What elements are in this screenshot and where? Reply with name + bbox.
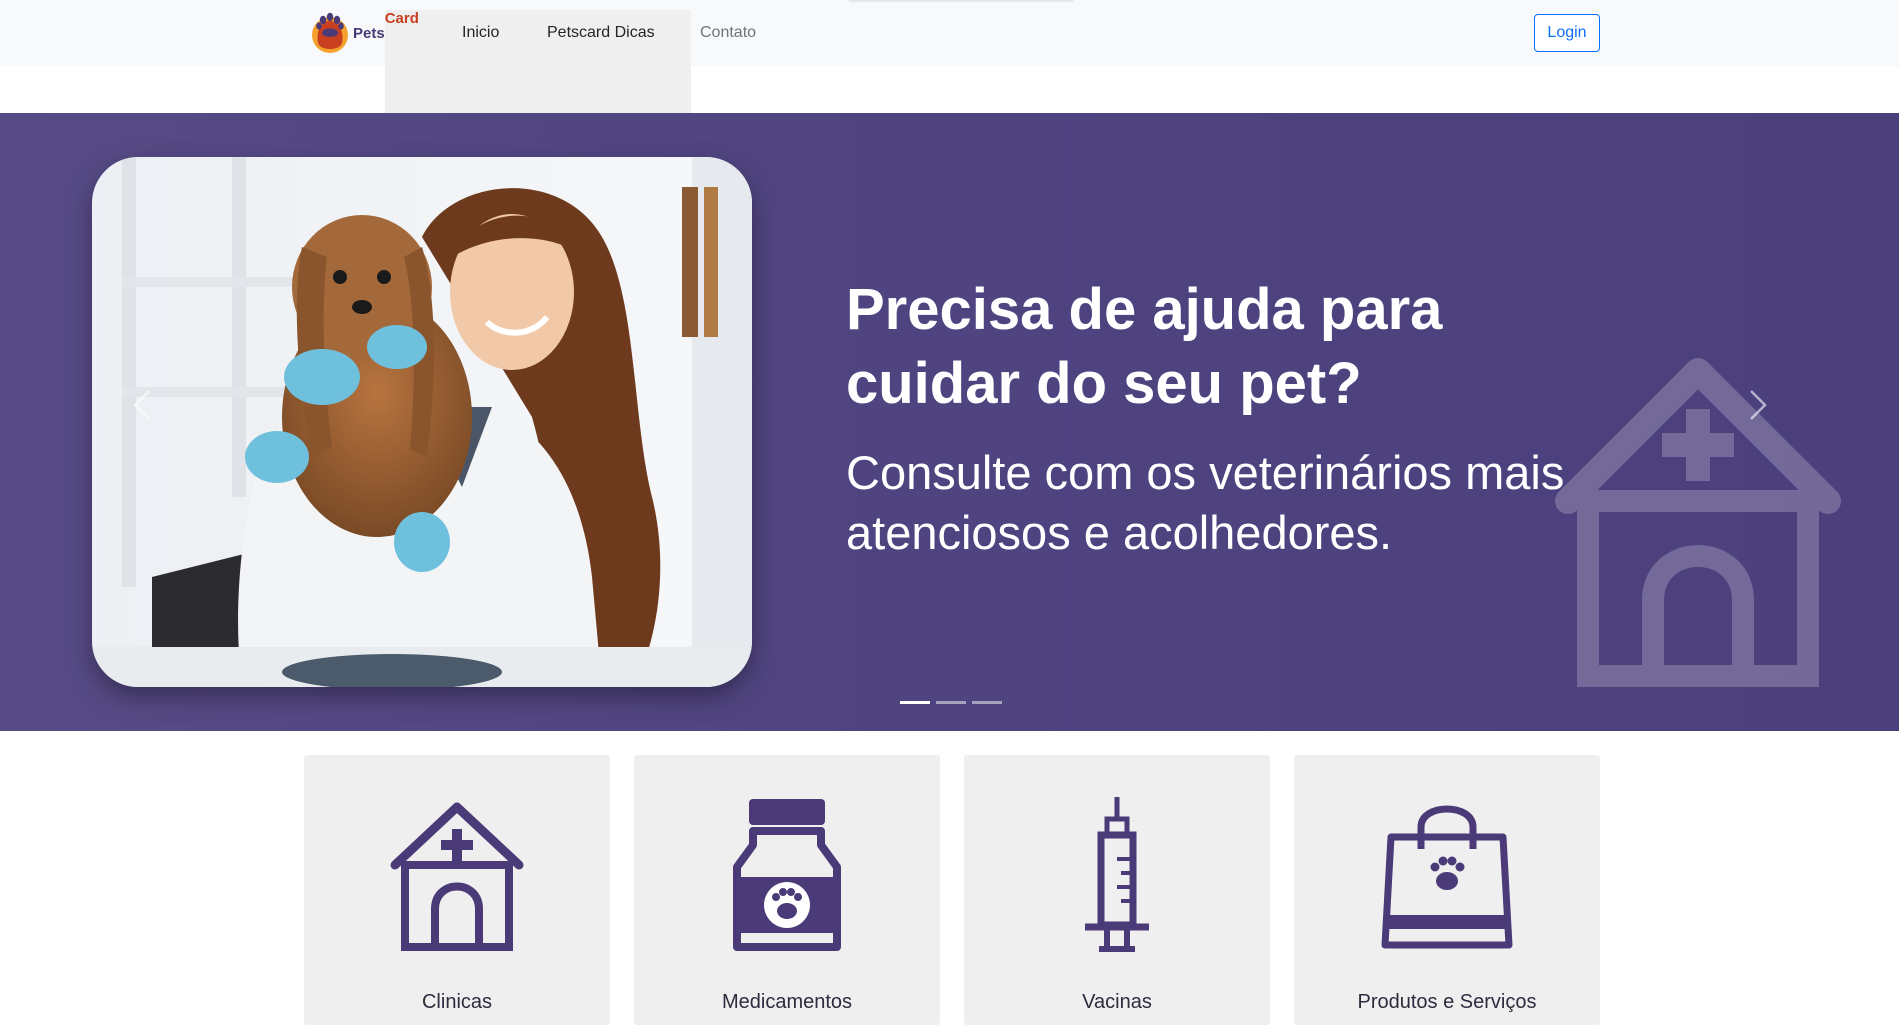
service-label: Clinicas [421,991,493,1013]
service-card-medicamentos[interactable]: Medicamentos [634,755,940,1025]
carousel-indicators [900,701,1002,704]
clinic-house-icon [390,802,524,951]
carousel-indicator-3[interactable] [972,701,1002,704]
medicine-bottle-icon [733,799,841,951]
nav-link-petscard-dicas[interactable]: Petscard Dicas [547,0,655,66]
service-label: Vacinas [1082,991,1152,1013]
service-card-produtos-servicos[interactable]: Produtos e Serviços [1294,755,1600,1025]
carousel-prev-button[interactable] [122,375,162,435]
vet-with-dog-illustration [92,157,752,687]
navbar: Pets Card Inicio Petscard Dicas Contato L… [0,0,1899,280]
service-label: Medicamentos [721,991,853,1013]
syringe-icon [1085,797,1149,952]
paw-logo-icon [312,12,348,53]
service-card-vacinas[interactable]: Vacinas [964,755,1270,1025]
chevron-left-icon [133,390,150,420]
hero-title: Precisa de ajuda para cuidar do seu pet? [846,277,1443,416]
chevron-right-icon [1750,390,1767,420]
services-section: Clinicas Medicamentos Vacinas Produtos e… [304,755,1600,1025]
pet-shopping-bag-icon [1381,805,1513,949]
service-label: Produtos e Serviços [1357,991,1537,1013]
brand-logo[interactable]: Pets Card [310,10,691,280]
nav-link-inicio[interactable]: Inicio [462,0,499,66]
navbar-container: Pets Card Inicio Petscard Dicas Contato L… [310,0,1600,280]
hero-carousel: Precisa de ajuda para cuidar do seu pet?… [0,113,1899,731]
hero-subtitle: Consulte com os veterinários mais atenci… [846,446,1565,559]
carousel-indicator-2[interactable] [936,701,966,704]
brand-name: Pets Card [353,10,691,280]
nav-link-contato[interactable]: Contato [700,0,756,66]
vet-with-dog-photo [92,157,752,687]
brand-name-part1: Pets [353,24,385,42]
login-button[interactable]: Login [1534,14,1600,52]
clinic-house-watermark-icon [1555,358,1841,687]
carousel-indicator-1[interactable] [900,701,930,704]
service-card-clinicas[interactable]: Clinicas [304,755,610,1025]
carousel-next-button[interactable] [1738,375,1778,435]
